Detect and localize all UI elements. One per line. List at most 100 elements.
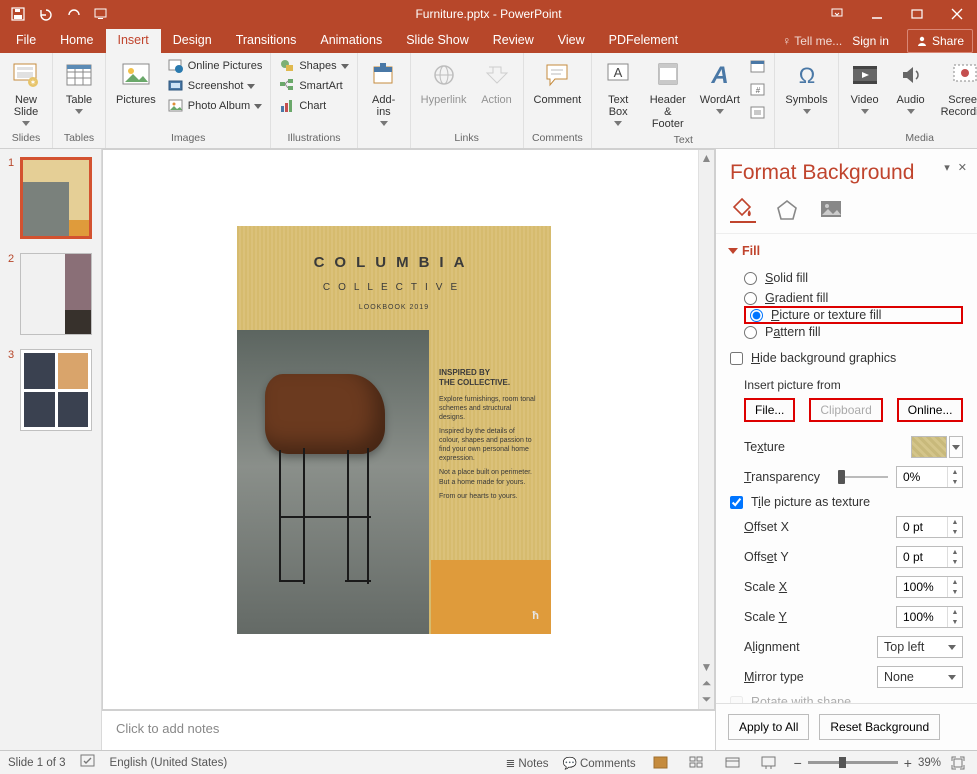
zoom-level[interactable]: 39% — [918, 757, 941, 769]
tab-pdfelement[interactable]: PDFelement — [597, 29, 690, 53]
ribbon-group-links: Hyperlink Action Links — [411, 53, 524, 148]
reset-background-button[interactable]: Reset Background — [819, 714, 940, 740]
audio-button[interactable]: Audio — [891, 57, 931, 116]
ribbon-options-button[interactable] — [817, 0, 857, 27]
thumbnail-2[interactable]: 2 — [8, 253, 93, 335]
minimize-button[interactable] — [857, 0, 897, 27]
zoom-slider[interactable] — [808, 761, 898, 764]
panel-close-icon[interactable]: ✕ — [958, 161, 967, 174]
check-hide-bg[interactable]: Hide background graphics — [730, 348, 963, 368]
notes-panel[interactable]: Click to add notes — [102, 710, 715, 750]
ribbon-tabs: File Home Insert Design Transitions Anim… — [0, 27, 977, 53]
zoom-in-icon[interactable]: + — [904, 755, 912, 771]
maximize-button[interactable] — [897, 0, 937, 27]
chart-button[interactable]: Chart — [277, 97, 350, 115]
vertical-scrollbar[interactable]: ▲ ▼ ⏶ ⏷ — [698, 150, 714, 709]
slide-counter[interactable]: Slide 1 of 3 — [8, 757, 66, 769]
wordart-button[interactable]: A WordArt — [697, 57, 742, 116]
transparency-slider[interactable] — [838, 468, 888, 486]
scale-y-input[interactable]: ▲▼ — [896, 606, 963, 628]
online-button[interactable]: Online... — [897, 398, 964, 422]
radio-pattern-fill[interactable]: Pattern fill — [744, 322, 963, 342]
scale-x-input[interactable]: ▲▼ — [896, 576, 963, 598]
online-pictures-button[interactable]: Online Pictures — [166, 57, 265, 75]
share-button[interactable]: Share — [907, 29, 973, 53]
object-button[interactable] — [748, 104, 768, 122]
picture-tab-icon[interactable] — [818, 197, 844, 223]
spell-check-icon[interactable] — [80, 754, 96, 771]
thumbnail-1[interactable]: 1 — [8, 157, 93, 239]
comments-toggle[interactable]: 💬 Comments — [562, 756, 635, 770]
tab-review[interactable]: Review — [481, 29, 546, 53]
screenshot-button[interactable]: Screenshot — [166, 77, 265, 95]
effects-tab-icon[interactable] — [774, 197, 800, 223]
slide-editor[interactable]: COLUMBIA COLLECTIVE LOOKBOOK 2019 INSPIR… — [102, 149, 715, 710]
zoom-out-icon[interactable]: − — [794, 755, 802, 771]
tab-file[interactable]: File — [4, 29, 48, 53]
header-footer-button[interactable]: Header & Footer — [644, 57, 691, 132]
table-button[interactable]: Table — [59, 57, 99, 116]
offset-x-input[interactable]: ▲▼ — [896, 516, 963, 538]
sign-in-link[interactable]: Sign in — [852, 34, 889, 48]
mirror-combo[interactable]: None — [877, 666, 963, 688]
tab-view[interactable]: View — [546, 29, 597, 53]
slide-canvas[interactable]: COLUMBIA COLLECTIVE LOOKBOOK 2019 INSPIR… — [237, 226, 551, 634]
file-button[interactable]: File... — [744, 398, 795, 422]
fill-section-header[interactable]: Fill — [730, 244, 963, 258]
textbox-button[interactable]: A Text Box — [598, 57, 638, 128]
tab-slideshow[interactable]: Slide Show — [394, 29, 481, 53]
ribbon-group-addins: Add- ins — [358, 53, 411, 148]
hyperlink-button: Hyperlink — [417, 57, 471, 108]
redo-button[interactable] — [60, 0, 88, 27]
start-from-beginning-button[interactable] — [88, 0, 116, 27]
undo-button[interactable] — [32, 0, 60, 27]
smartart-button[interactable]: SmartArt — [277, 77, 350, 95]
addins-button[interactable]: Add- ins — [364, 57, 404, 128]
date-time-button[interactable] — [748, 58, 768, 76]
shapes-button[interactable]: Shapes — [277, 57, 350, 75]
symbols-button[interactable]: Ω Symbols — [781, 57, 831, 116]
texture-dropdown[interactable] — [949, 436, 963, 458]
screen-recording-button[interactable]: Screen Recording — [937, 57, 977, 120]
tab-home[interactable]: Home — [48, 29, 105, 53]
workspace: 1 2 3 COLUMBIA COLLECTIVE LOOKBOOK 2019 — [0, 149, 977, 750]
radio-gradient-fill[interactable]: Gradient fill — [744, 288, 963, 308]
svg-text:A: A — [614, 65, 623, 80]
video-button[interactable]: Video — [845, 57, 885, 116]
photo-album-button[interactable]: Photo Album — [166, 97, 265, 115]
ribbon-group-media: Video Audio Screen Recording Media — [839, 53, 977, 148]
fill-tab-icon[interactable] — [730, 197, 756, 223]
pictures-button[interactable]: Pictures — [112, 57, 160, 108]
fit-to-window-icon[interactable] — [947, 754, 969, 772]
language-label[interactable]: English (United States) — [110, 757, 228, 769]
notes-toggle[interactable]: ≣ Notes — [506, 756, 549, 770]
tab-animations[interactable]: Animations — [308, 29, 394, 53]
texture-picker[interactable] — [911, 436, 947, 458]
radio-solid-fill[interactable]: Solid fill — [744, 268, 963, 288]
brand-icon: ħ — [532, 610, 539, 622]
svg-text:A: A — [710, 62, 728, 89]
panel-options-icon[interactable]: ▾ — [944, 161, 950, 174]
normal-view-icon[interactable] — [650, 754, 672, 772]
save-button[interactable] — [4, 0, 32, 27]
tab-design[interactable]: Design — [161, 29, 224, 53]
new-slide-button[interactable]: ✶ New Slide — [6, 57, 46, 128]
offset-y-input[interactable]: ▲▼ — [896, 546, 963, 568]
close-button[interactable] — [937, 0, 977, 27]
check-tile[interactable]: Tile picture as texture — [730, 492, 963, 512]
tab-insert[interactable]: Insert — [106, 29, 161, 53]
slide-sorter-icon[interactable] — [686, 754, 708, 772]
thumbnail-3[interactable]: 3 — [8, 349, 93, 431]
transparency-label: Transparency — [744, 470, 820, 484]
apply-to-all-button[interactable]: Apply to All — [728, 714, 809, 740]
transparency-input[interactable]: ▲▼ — [896, 466, 963, 488]
tab-transitions[interactable]: Transitions — [224, 29, 309, 53]
reading-view-icon[interactable] — [722, 754, 744, 772]
comment-button[interactable]: Comment — [530, 57, 586, 108]
slide-accent-block: ħ — [431, 560, 551, 634]
tell-me[interactable]: ♀ Tell me... — [782, 34, 842, 48]
slideshow-view-icon[interactable] — [758, 754, 780, 772]
ribbon: ✶ New Slide Slides Table Tables Pictures… — [0, 53, 977, 149]
alignment-combo[interactable]: Top left — [877, 636, 963, 658]
slide-number-button[interactable]: # — [748, 81, 768, 99]
